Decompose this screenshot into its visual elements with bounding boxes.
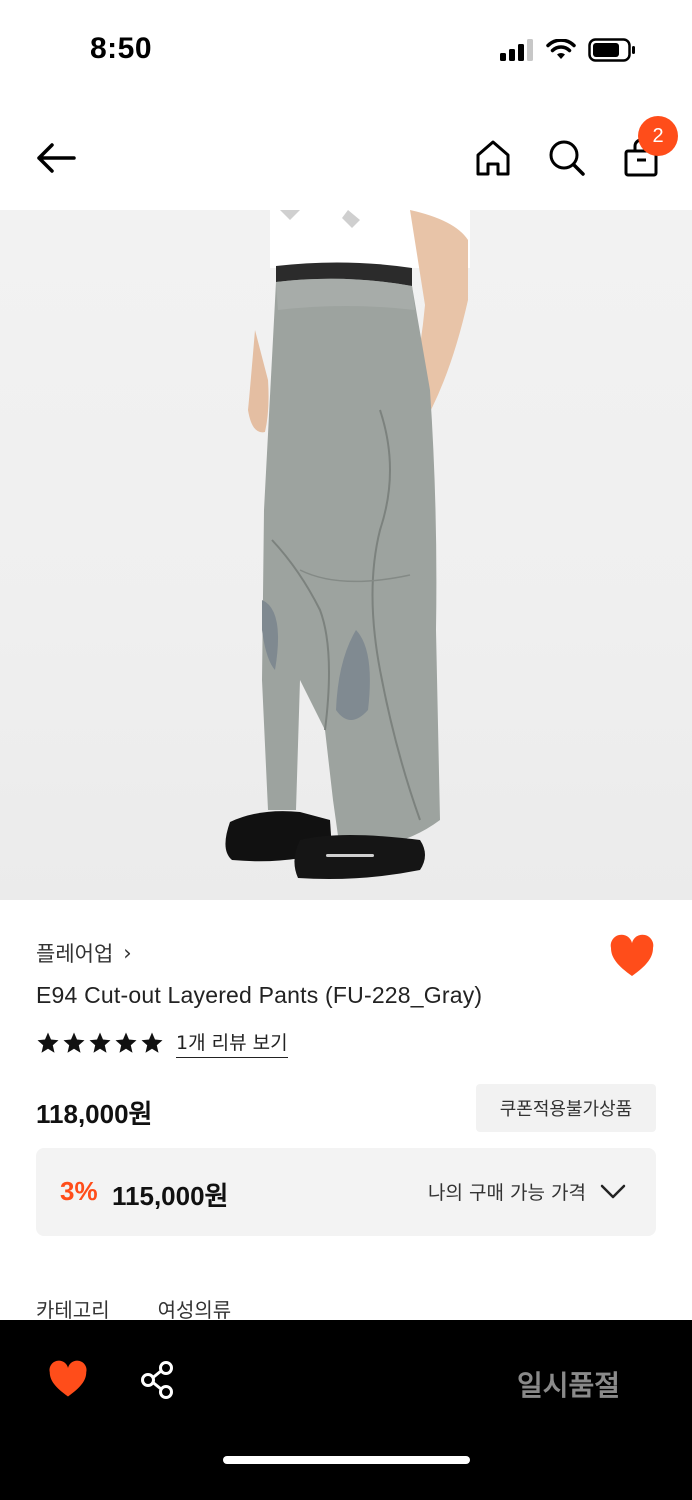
brand-name: 플레어업 bbox=[36, 942, 114, 966]
discount-rate: 3% bbox=[60, 1176, 98, 1206]
cellular-signal-icon bbox=[500, 39, 533, 61]
sold-out-button[interactable]: 일시품절 bbox=[517, 1364, 620, 1404]
home-indicator[interactable] bbox=[223, 1456, 470, 1464]
share-button[interactable] bbox=[138, 1360, 178, 1400]
original-price: 118,000원 bbox=[36, 1099, 153, 1129]
bottom-wishlist-button[interactable] bbox=[46, 1360, 90, 1400]
product-name: E94 Cut-out Layered Pants (FU-228_Gray) bbox=[36, 982, 483, 1008]
category-row: 카테고리 여성의류 bbox=[36, 1294, 231, 1323]
share-icon bbox=[141, 1361, 173, 1399]
search-button[interactable] bbox=[548, 138, 586, 178]
bottom-action-bar: 일시품절 bbox=[0, 1320, 692, 1500]
top-navigation-bar bbox=[0, 110, 692, 206]
cart-count-badge: 2 bbox=[638, 116, 678, 156]
my-price-toggle[interactable]: 나의 구매 가능 가격 bbox=[428, 1178, 626, 1205]
wifi-icon bbox=[546, 39, 576, 59]
star-icon bbox=[89, 1032, 111, 1053]
star-rating bbox=[36, 1031, 164, 1055]
status-bar: 8:50 bbox=[0, 0, 692, 100]
heart-icon bbox=[49, 1360, 87, 1397]
star-icon bbox=[141, 1032, 163, 1053]
my-price-label: 나의 구매 가능 가격 bbox=[428, 1182, 586, 1204]
category-label: 카테고리 bbox=[36, 1298, 110, 1322]
coupon-unavailable-badge: 쿠폰적용불가상품 bbox=[476, 1084, 656, 1132]
chevron-down-icon bbox=[600, 1184, 626, 1198]
product-image[interactable] bbox=[0, 210, 692, 900]
back-arrow-icon bbox=[37, 143, 76, 173]
home-icon bbox=[476, 140, 510, 176]
wishlist-heart-button[interactable] bbox=[608, 934, 656, 980]
star-icon bbox=[37, 1032, 59, 1053]
category-value: 여성의류 bbox=[157, 1298, 232, 1322]
star-icon bbox=[115, 1032, 137, 1053]
battery-icon bbox=[588, 38, 635, 62]
brand-link[interactable]: 플레어업 › bbox=[36, 938, 132, 968]
chevron-right-icon: › bbox=[123, 941, 132, 965]
star-icon bbox=[63, 1032, 85, 1053]
status-time: 8:50 bbox=[90, 32, 153, 65]
home-button[interactable] bbox=[474, 138, 512, 178]
discount-price: 115,000원 bbox=[112, 1181, 229, 1211]
review-link[interactable]: 1개 리뷰 보기 bbox=[176, 1028, 288, 1058]
heart-icon bbox=[610, 934, 654, 976]
product-photo bbox=[225, 210, 470, 879]
search-icon bbox=[549, 140, 585, 176]
my-price-panel[interactable]: 3% 115,000원 나의 구매 가능 가격 bbox=[36, 1148, 656, 1236]
back-button[interactable] bbox=[34, 138, 78, 178]
rating-row: 1개 리뷰 보기 bbox=[36, 1028, 288, 1058]
status-icons bbox=[500, 38, 636, 62]
image-pager-indicator bbox=[326, 854, 374, 857]
